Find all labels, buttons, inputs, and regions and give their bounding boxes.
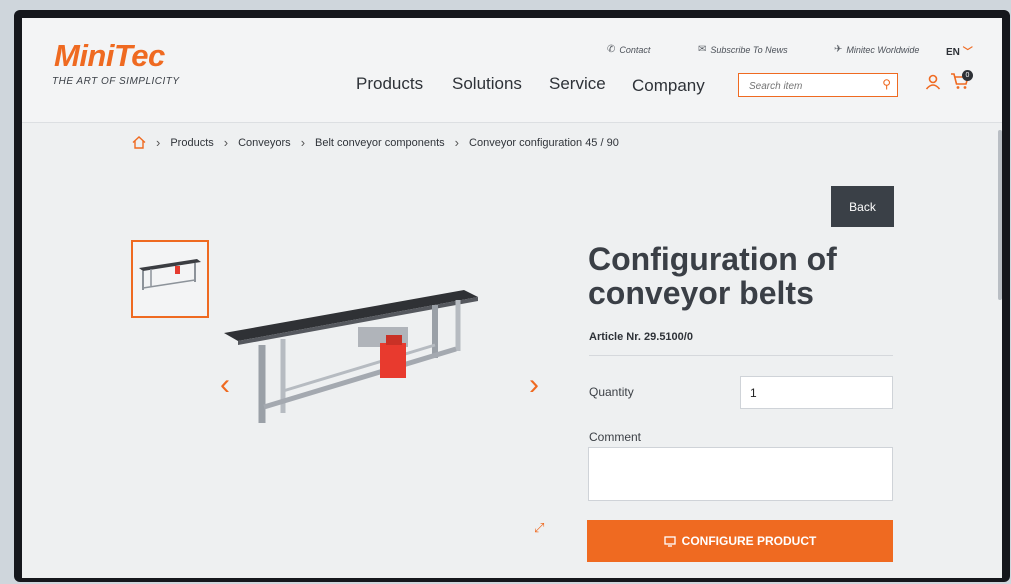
search-box: ⚲ xyxy=(738,73,898,97)
site-header: MiniTec THE ART OF SIMPLICITY ✆ Contact … xyxy=(22,18,1002,123)
browser-screen: MiniTec THE ART OF SIMPLICITY ✆ Contact … xyxy=(22,18,1002,578)
article-number: Article Nr. 29.5100/0 xyxy=(589,331,693,343)
breadcrumb-belt-components[interactable]: Belt conveyor components xyxy=(315,137,445,149)
expand-icon[interactable]: ⤢ xyxy=(534,520,544,536)
mail-icon: ✉ xyxy=(698,44,707,55)
search-input[interactable] xyxy=(747,75,881,97)
back-button[interactable]: Back xyxy=(831,186,894,227)
configure-product-button[interactable]: CONFIGURE PRODUCT xyxy=(587,520,893,562)
product-title: Configuration of conveyor belts xyxy=(588,241,837,311)
breadcrumb-products[interactable]: Products xyxy=(170,137,213,149)
next-image-arrow[interactable]: › xyxy=(529,370,539,400)
nav-products[interactable]: Products xyxy=(356,74,423,94)
breadcrumb-separator: › xyxy=(156,135,161,150)
cart-count-badge: 0 xyxy=(962,70,973,81)
thumbnail-conveyor-image xyxy=(139,259,201,290)
language-selector[interactable]: EN ﹀ xyxy=(946,43,973,58)
previous-image-arrow[interactable]: ‹ xyxy=(220,370,230,400)
logo[interactable]: MiniTec xyxy=(54,38,165,74)
nav-solutions[interactable]: Solutions xyxy=(452,74,522,94)
comment-label: Comment xyxy=(589,430,642,444)
breadcrumb-current: Conveyor configuration 45 / 90 xyxy=(469,136,619,149)
user-icon[interactable] xyxy=(925,74,941,90)
chevron-down-icon: ﹀ xyxy=(962,47,973,58)
search-icon[interactable]: ⚲ xyxy=(882,77,891,91)
breadcrumb-separator: › xyxy=(223,135,229,150)
nav-service[interactable]: Service xyxy=(549,74,606,94)
quantity-input[interactable] xyxy=(740,376,893,409)
scrollbar[interactable] xyxy=(998,130,1002,300)
breadcrumb-conveyors[interactable]: Conveyors xyxy=(238,137,291,149)
phone-icon: ✆ xyxy=(607,44,616,55)
conveyor-product-image xyxy=(224,290,478,423)
nav-company[interactable]: Company xyxy=(632,76,705,96)
comment-field[interactable] xyxy=(588,447,893,501)
contact-link[interactable]: ✆ Contact xyxy=(607,44,650,55)
quantity-label: Quantity xyxy=(589,385,634,399)
home-icon[interactable] xyxy=(132,136,146,149)
subscribe-link[interactable]: ✉ Subscribe To News xyxy=(698,44,788,55)
worldwide-link[interactable]: ✈ Minitec Worldwide xyxy=(834,44,919,55)
divider xyxy=(589,355,893,356)
breadcrumb: › Products › Conveyors › Belt conveyor c… xyxy=(132,135,619,150)
product-thumbnail[interactable] xyxy=(131,240,209,318)
logo-tagline: THE ART OF SIMPLICITY xyxy=(52,76,180,87)
breadcrumb-separator: › xyxy=(300,135,306,150)
breadcrumb-separator: › xyxy=(454,135,460,150)
globe-icon: ✈ xyxy=(834,44,843,55)
monitor-icon xyxy=(664,535,676,547)
